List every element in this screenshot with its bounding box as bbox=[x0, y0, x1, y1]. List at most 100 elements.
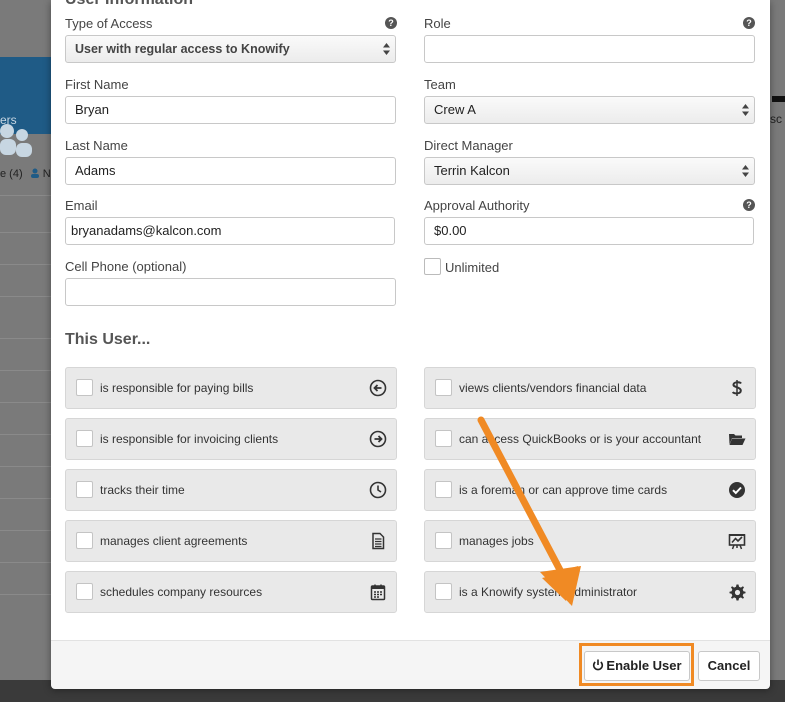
role-checkbox[interactable] bbox=[76, 532, 93, 549]
role-label: manages client agreements bbox=[100, 534, 248, 548]
role-option-manages-jobs[interactable]: manages jobs bbox=[424, 520, 756, 562]
first-name-value: Bryan bbox=[75, 102, 109, 117]
unlimited-label: Unlimited bbox=[445, 260, 500, 275]
unlimited-checkbox[interactable] bbox=[424, 258, 441, 275]
first-name-label: First Name bbox=[65, 77, 129, 92]
approval-authority-value: $0.00 bbox=[434, 223, 467, 238]
divider bbox=[0, 498, 51, 499]
role-checkbox[interactable] bbox=[435, 430, 452, 447]
email-input[interactable]: bryanadams@kalcon.com bbox=[65, 217, 395, 245]
highlight-box bbox=[579, 643, 694, 686]
role-checkbox[interactable] bbox=[435, 532, 452, 549]
divider bbox=[0, 195, 51, 196]
divider bbox=[0, 402, 51, 403]
type-of-access-select[interactable]: User with regular access to Knowify bbox=[65, 35, 396, 63]
users-tile-label: ers bbox=[0, 113, 17, 127]
clock-icon bbox=[369, 481, 387, 499]
user-icon bbox=[30, 168, 39, 178]
role-label: views clients/vendors financial data bbox=[459, 381, 647, 395]
help-icon[interactable]: ? bbox=[743, 199, 755, 211]
background-tab: e (4) N bbox=[0, 168, 51, 180]
help-icon[interactable]: ? bbox=[743, 17, 755, 29]
role-checkbox[interactable] bbox=[76, 583, 93, 600]
role-label: can access QuickBooks or is your account… bbox=[459, 432, 702, 446]
divider bbox=[0, 296, 51, 297]
select-arrows-icon bbox=[742, 104, 749, 116]
role-label: manages jobs bbox=[459, 534, 534, 548]
select-arrows-icon bbox=[742, 165, 749, 177]
role-label: schedules company resources bbox=[100, 585, 263, 599]
team-value: Crew A bbox=[434, 102, 476, 117]
first-name-input[interactable]: Bryan bbox=[65, 96, 396, 124]
email-value: bryanadams@kalcon.com bbox=[71, 223, 222, 238]
role-checkbox[interactable] bbox=[76, 430, 93, 447]
type-of-access-label: Type of Access bbox=[65, 16, 153, 31]
role-option-system-admin[interactable]: is a Knowify system administrator bbox=[424, 571, 756, 613]
type-of-access-value: User with regular access to Knowify bbox=[75, 42, 290, 56]
document-icon bbox=[372, 532, 385, 550]
last-name-label: Last Name bbox=[65, 138, 128, 153]
role-checkbox[interactable] bbox=[76, 481, 93, 498]
dollar-icon bbox=[731, 380, 742, 396]
section-title: User Information bbox=[65, 0, 193, 9]
gear-icon bbox=[729, 584, 746, 601]
approval-authority-input[interactable]: $0.00 bbox=[424, 217, 754, 245]
check-circle-icon bbox=[729, 482, 745, 498]
chart-board-icon bbox=[728, 534, 746, 550]
role-option-financial-data[interactable]: views clients/vendors financial data bbox=[424, 367, 756, 409]
cancel-label: Cancel bbox=[707, 658, 751, 673]
background-right-text: sc bbox=[770, 112, 782, 126]
divider bbox=[0, 338, 51, 339]
this-user-title: This User... bbox=[65, 331, 151, 348]
divider bbox=[0, 370, 51, 371]
direct-manager-label: Direct Manager bbox=[424, 138, 513, 153]
divider bbox=[0, 264, 51, 265]
role-label: tracks their time bbox=[100, 483, 185, 497]
role-option-invoicing-clients[interactable]: is responsible for invoicing clients bbox=[65, 418, 397, 460]
divider bbox=[0, 594, 51, 595]
help-icon[interactable]: ? bbox=[385, 17, 397, 29]
divider bbox=[0, 562, 51, 563]
users-icon bbox=[0, 124, 32, 157]
role-option-foreman[interactable]: is a foreman or can approve time cards bbox=[424, 469, 756, 511]
divider bbox=[0, 530, 51, 531]
folder-open-icon bbox=[729, 434, 746, 445]
cell-phone-input[interactable] bbox=[65, 278, 396, 306]
team-select[interactable]: Crew A bbox=[424, 96, 755, 124]
select-arrows-icon bbox=[383, 43, 390, 55]
role-option-paying-bills[interactable]: is responsible for paying bills bbox=[65, 367, 397, 409]
calendar-icon bbox=[370, 584, 386, 601]
email-label: Email bbox=[65, 198, 98, 213]
arrow-circle-left-icon bbox=[369, 379, 387, 397]
background-tab-text: e (4) bbox=[0, 168, 23, 180]
last-name-input[interactable]: Adams bbox=[65, 157, 396, 185]
role-checkbox[interactable] bbox=[76, 379, 93, 396]
background-tab-text-2: N bbox=[42, 168, 51, 180]
role-label: is a foreman or can approve time cards bbox=[459, 483, 668, 497]
role-label: Role bbox=[424, 16, 451, 31]
role-label: is responsible for paying bills bbox=[100, 381, 254, 395]
divider bbox=[0, 434, 51, 435]
user-modal: User Information Type of Access ? User w… bbox=[51, 0, 770, 689]
arrow-circle-right-icon bbox=[369, 430, 387, 448]
direct-manager-value: Terrin Kalcon bbox=[434, 163, 510, 178]
role-option-quickbooks[interactable]: can access QuickBooks or is your account… bbox=[424, 418, 756, 460]
divider bbox=[0, 466, 51, 467]
background-toolbar-bar bbox=[772, 96, 785, 102]
team-label: Team bbox=[424, 77, 456, 92]
role-option-tracks-time[interactable]: tracks their time bbox=[65, 469, 397, 511]
role-checkbox[interactable] bbox=[435, 481, 452, 498]
divider bbox=[0, 232, 51, 233]
role-input[interactable] bbox=[424, 35, 755, 63]
direct-manager-select[interactable]: Terrin Kalcon bbox=[424, 157, 755, 185]
users-tile: ers bbox=[0, 57, 51, 157]
role-label: is responsible for invoicing clients bbox=[100, 432, 279, 446]
role-checkbox[interactable] bbox=[435, 583, 452, 600]
last-name-value: Adams bbox=[75, 163, 116, 178]
cancel-button[interactable]: Cancel bbox=[698, 651, 760, 681]
role-checkbox[interactable] bbox=[435, 379, 452, 396]
role-option-client-agreements[interactable]: manages client agreements bbox=[65, 520, 397, 562]
role-option-company-resources[interactable]: schedules company resources bbox=[65, 571, 397, 613]
role-label: is a Knowify system administrator bbox=[459, 585, 638, 599]
cell-phone-label: Cell Phone (optional) bbox=[65, 259, 187, 274]
